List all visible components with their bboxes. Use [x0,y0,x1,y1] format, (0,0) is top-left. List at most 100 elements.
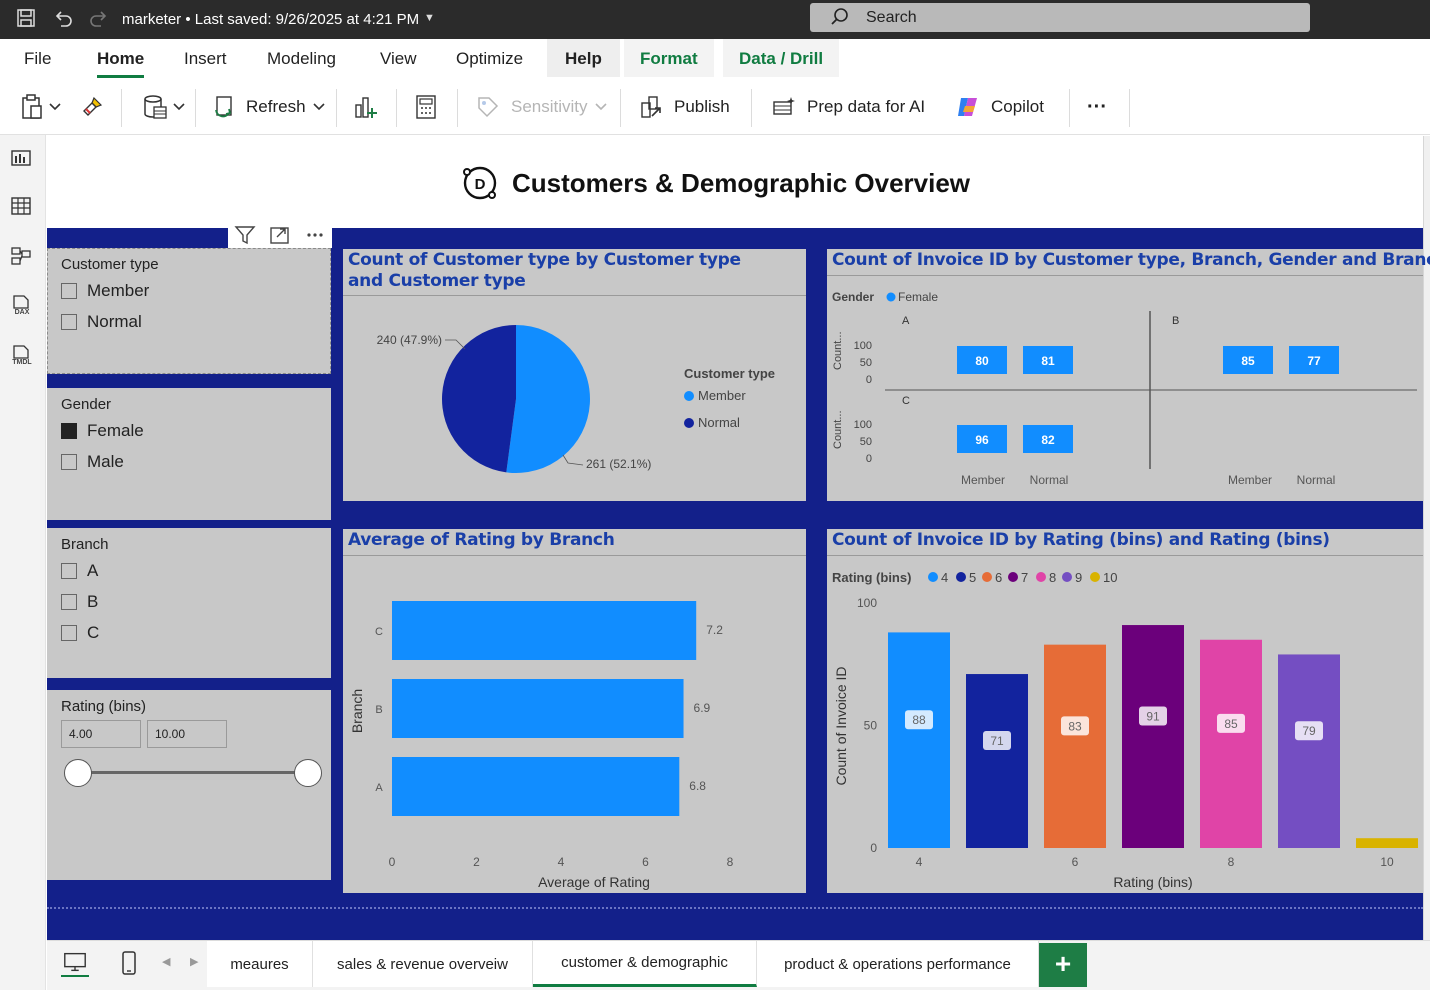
scroll-right-icon[interactable]: ▶ [190,955,198,968]
menu-optimize[interactable]: Optimize [456,49,523,69]
menu-home[interactable]: Home [97,49,145,78]
range-max-input[interactable]: 10.00 [147,720,227,748]
page-tab-label: product & operations performance [784,955,1011,973]
menu-help[interactable]: Help [547,39,620,77]
legend-item: 5 [969,570,976,585]
search-icon [831,8,848,25]
slicer-item-c[interactable]: C [61,623,99,643]
sensitivity-icon [478,97,499,118]
chevron-down-icon[interactable]: ▼ [424,12,435,24]
search-box[interactable]: Search [810,3,1310,32]
slicer-title: Gender [61,396,112,413]
save-icon[interactable] [15,8,37,30]
slicer-item-normal[interactable]: Normal [61,312,142,332]
paste-button[interactable] [20,91,62,123]
slicer-item-male[interactable]: Male [61,452,124,472]
page-tab-label: meaures [230,955,289,973]
ribbon: Refresh Sensitivity Publish Prep data fo… [0,79,1430,135]
x-tick-label: Member [961,473,1005,487]
column-bar [1200,639,1262,848]
legend-item: 10 [1103,570,1117,585]
page-tab-sales-revenue[interactable]: sales & revenue overveiw [313,941,533,987]
menu-modeling[interactable]: Modeling [267,49,336,69]
slicer-item-a[interactable]: A [61,561,98,581]
dax-query-view-icon[interactable]: DAX [10,295,34,319]
column-bar [1356,838,1418,848]
chevron-down-icon [173,103,185,111]
report-view-icon[interactable] [10,147,34,171]
menu-insert[interactable]: Insert [184,49,227,69]
format-painter-button[interactable] [80,91,104,123]
column-bar [1122,625,1184,848]
column-chart-visual[interactable]: Count of Invoice ID by Rating (bins) and… [827,529,1423,893]
checkbox-checked[interactable] [61,423,77,439]
checkbox[interactable] [61,594,77,610]
mobile-layout-icon[interactable] [115,949,143,977]
branch-slicer[interactable]: Branch A B C [47,528,331,678]
y-tick-label: 50 [860,436,872,448]
slicer-item-member[interactable]: Member [61,281,149,301]
focus-mode-icon[interactable] [269,225,291,245]
legend-item: Female [898,290,938,304]
copilot-button[interactable]: Copilot [955,91,1044,123]
range-track[interactable] [77,771,309,774]
slicer-item-label: Normal [87,312,142,331]
legend-item: 6 [995,570,1002,585]
tmdl-view-icon[interactable]: TMDL [10,345,34,369]
slicer-item-female[interactable]: Female [61,421,144,441]
data-label: 77 [1307,354,1321,368]
model-view-icon[interactable] [10,245,34,269]
legend-item: Normal [698,415,740,430]
redo-icon[interactable] [88,8,110,30]
add-page-button[interactable]: + [1039,943,1087,987]
page-tab-product-operations[interactable]: product & operations performance [757,941,1039,987]
page-tab-customer-demographic[interactable]: customer & demographic [533,941,757,987]
pie-data-label: 261 (52.1%) [586,457,651,471]
menu-file[interactable]: File [24,49,51,69]
range-max-handle[interactable] [294,759,322,787]
customer-type-slicer[interactable]: Customer type Member Normal [47,248,331,374]
page-tab-measures[interactable]: meaures [207,941,313,987]
file-status[interactable]: marketer • Last saved: 9/26/2025 at 4:21… [122,11,419,28]
sensitivity-button[interactable]: Sensitivity [475,91,608,123]
menu-data-drill[interactable]: Data / Drill [723,39,840,77]
new-measure-button[interactable] [414,91,438,123]
desktop-layout-icon[interactable] [61,949,89,977]
refresh-button[interactable]: Refresh [212,91,326,123]
new-visual-button[interactable] [353,91,379,123]
menu-view[interactable]: View [380,49,417,69]
scroll-left-icon[interactable]: ◀ [162,955,170,968]
data-label: 85 [1224,717,1238,731]
more-options-button[interactable]: ··· [1087,91,1107,123]
slicer-item-b[interactable]: B [61,592,98,612]
visual-header-toolbar [228,222,332,248]
rating-range-slicer[interactable]: Rating (bins) 4.00 10.00 [47,690,331,880]
publish-button[interactable]: Publish [638,91,730,123]
refresh-label: Refresh [246,97,306,116]
slicer-item-label: Female [87,421,144,440]
checkbox[interactable] [61,563,77,579]
slicer-item-label: Member [87,281,150,300]
checkbox[interactable] [61,625,77,641]
more-options-icon[interactable] [304,225,326,245]
legend-item: 7 [1021,570,1028,585]
range-min-input[interactable]: 4.00 [61,720,141,748]
table-view-icon[interactable] [10,195,34,219]
filter-icon[interactable] [234,225,256,245]
bar-chart-visual[interactable]: Average of Rating by Branch C 7.2 B 6.9 A 6.8… [343,529,806,893]
x-axis-label: Rating (bins) [1113,874,1192,890]
pie-chart-visual[interactable]: Count of Customer type by Customer type … [343,249,806,501]
clipboard-icon [22,94,42,119]
gender-slicer[interactable]: Gender Female Male [47,388,331,520]
range-min-handle[interactable] [64,759,92,787]
legend-item: Member [698,388,746,403]
checkbox[interactable] [61,314,77,330]
checkbox[interactable] [61,454,77,470]
menu-format[interactable]: Format [624,39,714,77]
undo-icon[interactable] [52,8,74,30]
checkbox[interactable] [61,283,77,299]
get-data-button[interactable] [142,91,186,123]
small-multiples-visual[interactable]: Count of Invoice ID by Customer type, Br… [827,249,1430,501]
menu-bar: File Home Insert Modeling View Optimize … [0,39,1430,79]
prep-data-ai-button[interactable]: Prep data for AI [771,91,925,123]
